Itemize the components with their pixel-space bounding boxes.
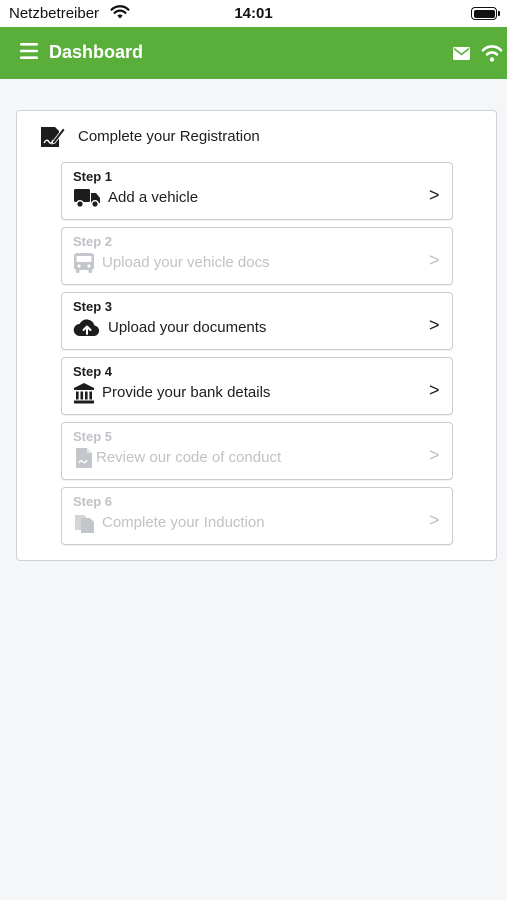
step-label: Step 5 <box>73 429 113 444</box>
step-text: Review our code of conduct <box>96 449 282 466</box>
step-text: Provide your bank details <box>102 384 271 401</box>
chevron-right-icon: > <box>429 510 440 530</box>
step-text: Add a vehicle <box>108 189 199 206</box>
step-add-vehicle[interactable]: Step 1 Add a vehicle > <box>61 162 453 220</box>
mail-icon[interactable] <box>453 47 470 60</box>
step-bank-details[interactable]: Step 4 Provide your bank details > <box>61 357 453 415</box>
wifi-icon[interactable] <box>480 42 504 62</box>
battery-tip <box>498 11 500 16</box>
step-label: Step 1 <box>73 169 113 184</box>
chevron-right-icon: > <box>429 250 440 270</box>
menu-icon[interactable] <box>20 43 38 59</box>
cloud-upload-icon <box>73 319 100 337</box>
chevron-right-icon: > <box>429 185 440 205</box>
step-label: Step 3 <box>73 299 113 314</box>
step-text: Upload your documents <box>108 319 267 336</box>
registration-title: Complete your Registration <box>78 128 260 145</box>
status-bar: Netzbetreiber 14:01 <box>0 0 507 27</box>
step-text: Complete your Induction <box>102 514 265 531</box>
chevron-right-icon: > <box>429 315 440 335</box>
step-label: Step 2 <box>73 234 113 249</box>
step-label: Step 4 <box>73 364 113 379</box>
step-text: Upload your vehicle docs <box>102 254 270 271</box>
step-upload-documents[interactable]: Step 3 Upload your documents > <box>61 292 453 350</box>
battery-icon <box>471 7 497 20</box>
app-bar: Dashboard <box>0 27 507 79</box>
truck-icon <box>74 189 100 208</box>
copy-documents-icon <box>75 515 94 533</box>
status-time: 14:01 <box>234 5 273 22</box>
step-code-of-conduct[interactable]: Step 5 Review our code of conduct > <box>61 422 453 480</box>
registration-card: Complete your Registration Step 1 Add a … <box>16 110 497 561</box>
step-upload-vehicle-docs[interactable]: Step 2 Upload your vehicle docs > <box>61 227 453 285</box>
step-induction[interactable]: Step 6 Complete your Induction > <box>61 487 453 545</box>
chevron-right-icon: > <box>429 445 440 465</box>
step-label: Step 6 <box>73 494 113 509</box>
bus-icon <box>74 253 94 273</box>
signature-document-icon <box>41 127 65 147</box>
page-title: Dashboard <box>49 42 144 62</box>
document-icon <box>76 448 92 468</box>
bank-icon <box>74 383 94 404</box>
chevron-right-icon: > <box>429 380 440 400</box>
